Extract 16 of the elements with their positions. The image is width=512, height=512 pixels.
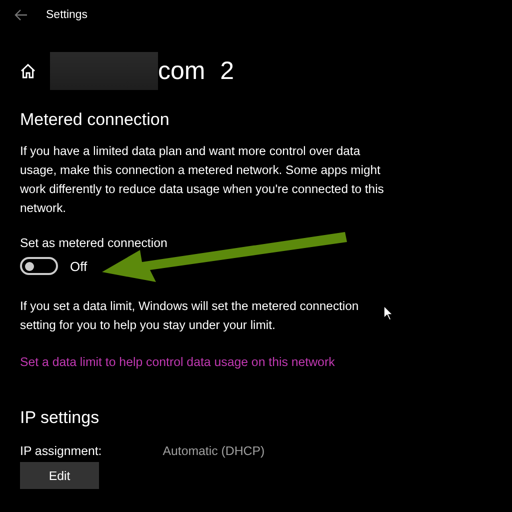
ip-assignment-value: Automatic (DHCP) [162, 444, 265, 458]
section-heading: IP settings [20, 408, 100, 428]
ip-assignment-label: IP assignment: [20, 444, 102, 458]
window-title: Settings [46, 9, 88, 21]
data-limit-link[interactable]: Set a data limit to help control data usage on this network [20, 355, 335, 369]
page-title: com 2 [158, 56, 234, 86]
toggle-switch[interactable] [20, 257, 58, 275]
toggle-label: Set as metered connection [20, 236, 168, 250]
toggle-state-label: Off [70, 258, 88, 274]
description-text: If you have a limited data plan and want more control over data usage, make this connection a metered network. Some apps might work differently to reduce data usage when you're connected to this network. [20, 143, 385, 217]
back-arrow-icon[interactable] [14, 9, 28, 21]
edit-button[interactable]: Edit [20, 462, 99, 489]
mouse-cursor-icon [383, 305, 393, 321]
home-icon[interactable] [20, 63, 36, 79]
section-heading: Metered connection [20, 110, 170, 130]
data-limit-note: If you set a data limit, Windows will set the metered connection setting for you to help you stay under your limit. [20, 298, 360, 334]
